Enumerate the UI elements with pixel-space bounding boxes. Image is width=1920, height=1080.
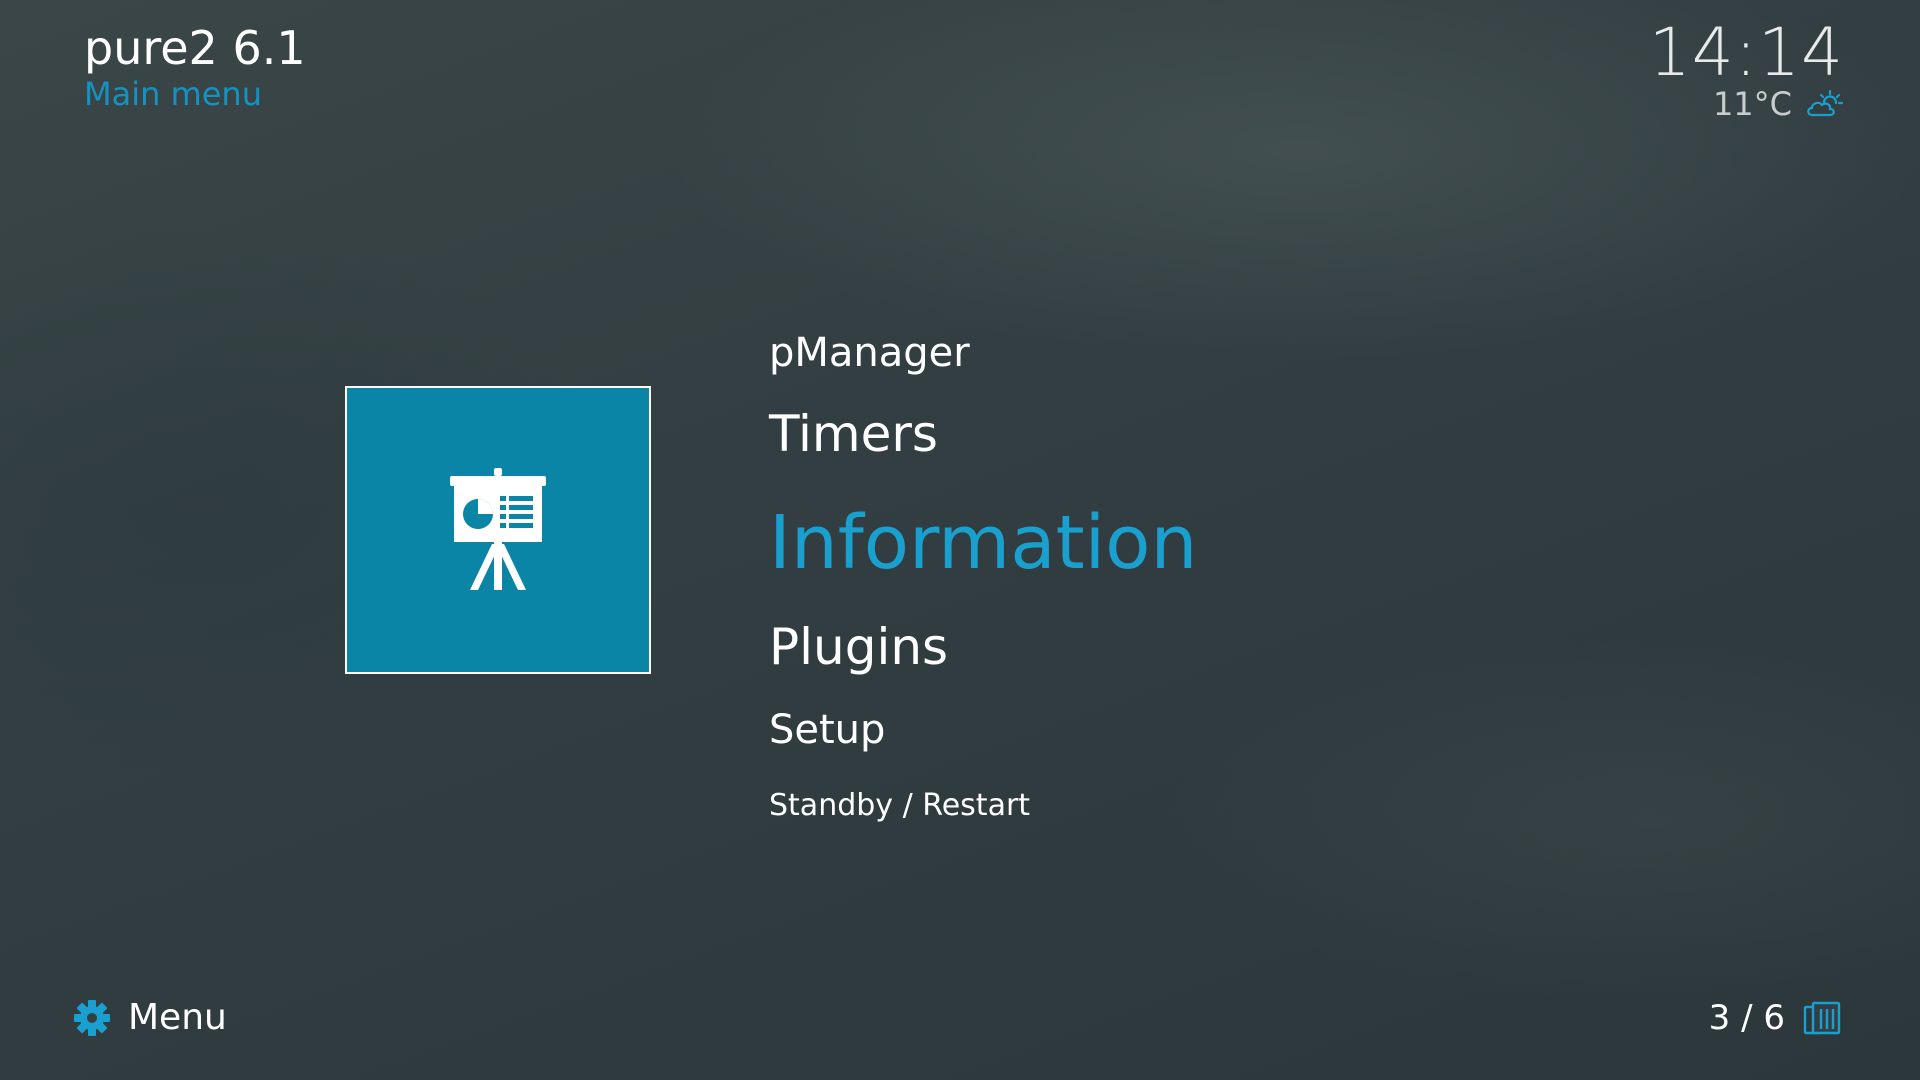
gear-icon bbox=[74, 1000, 110, 1036]
menu-item-standby-restart[interactable]: Standby / Restart bbox=[769, 786, 1030, 826]
menu-item-pmanager[interactable]: pManager bbox=[769, 325, 970, 381]
partly-cloudy-sun-icon bbox=[1806, 89, 1844, 119]
selected-item-tile bbox=[345, 386, 651, 674]
menu-item-setup[interactable]: Setup bbox=[769, 702, 885, 758]
header-left: pure2 6.1 Main menu bbox=[84, 18, 306, 110]
menu-label: Menu bbox=[128, 997, 227, 1038]
app-title: pure2 6.1 bbox=[84, 21, 306, 75]
footer-menu-button[interactable]: Menu bbox=[74, 996, 227, 1040]
screen-subtitle: Main menu bbox=[84, 75, 262, 113]
page-indicator-group: 3 / 6 bbox=[1709, 996, 1843, 1040]
header-right: 14:14 11°C bbox=[1649, 18, 1844, 122]
menu-item-plugins[interactable]: Plugins bbox=[769, 612, 948, 682]
menu-item-timers[interactable]: Timers bbox=[769, 401, 938, 467]
pages-icon bbox=[1803, 1001, 1843, 1035]
clock: 14:14 bbox=[1648, 14, 1844, 91]
presentation-board-icon bbox=[448, 468, 548, 592]
page-indicator: 3 / 6 bbox=[1708, 998, 1785, 1038]
menu-item-information[interactable]: Information bbox=[769, 498, 1197, 588]
weather-widget: 11°C bbox=[1649, 86, 1844, 122]
temperature: 11°C bbox=[1712, 85, 1792, 123]
